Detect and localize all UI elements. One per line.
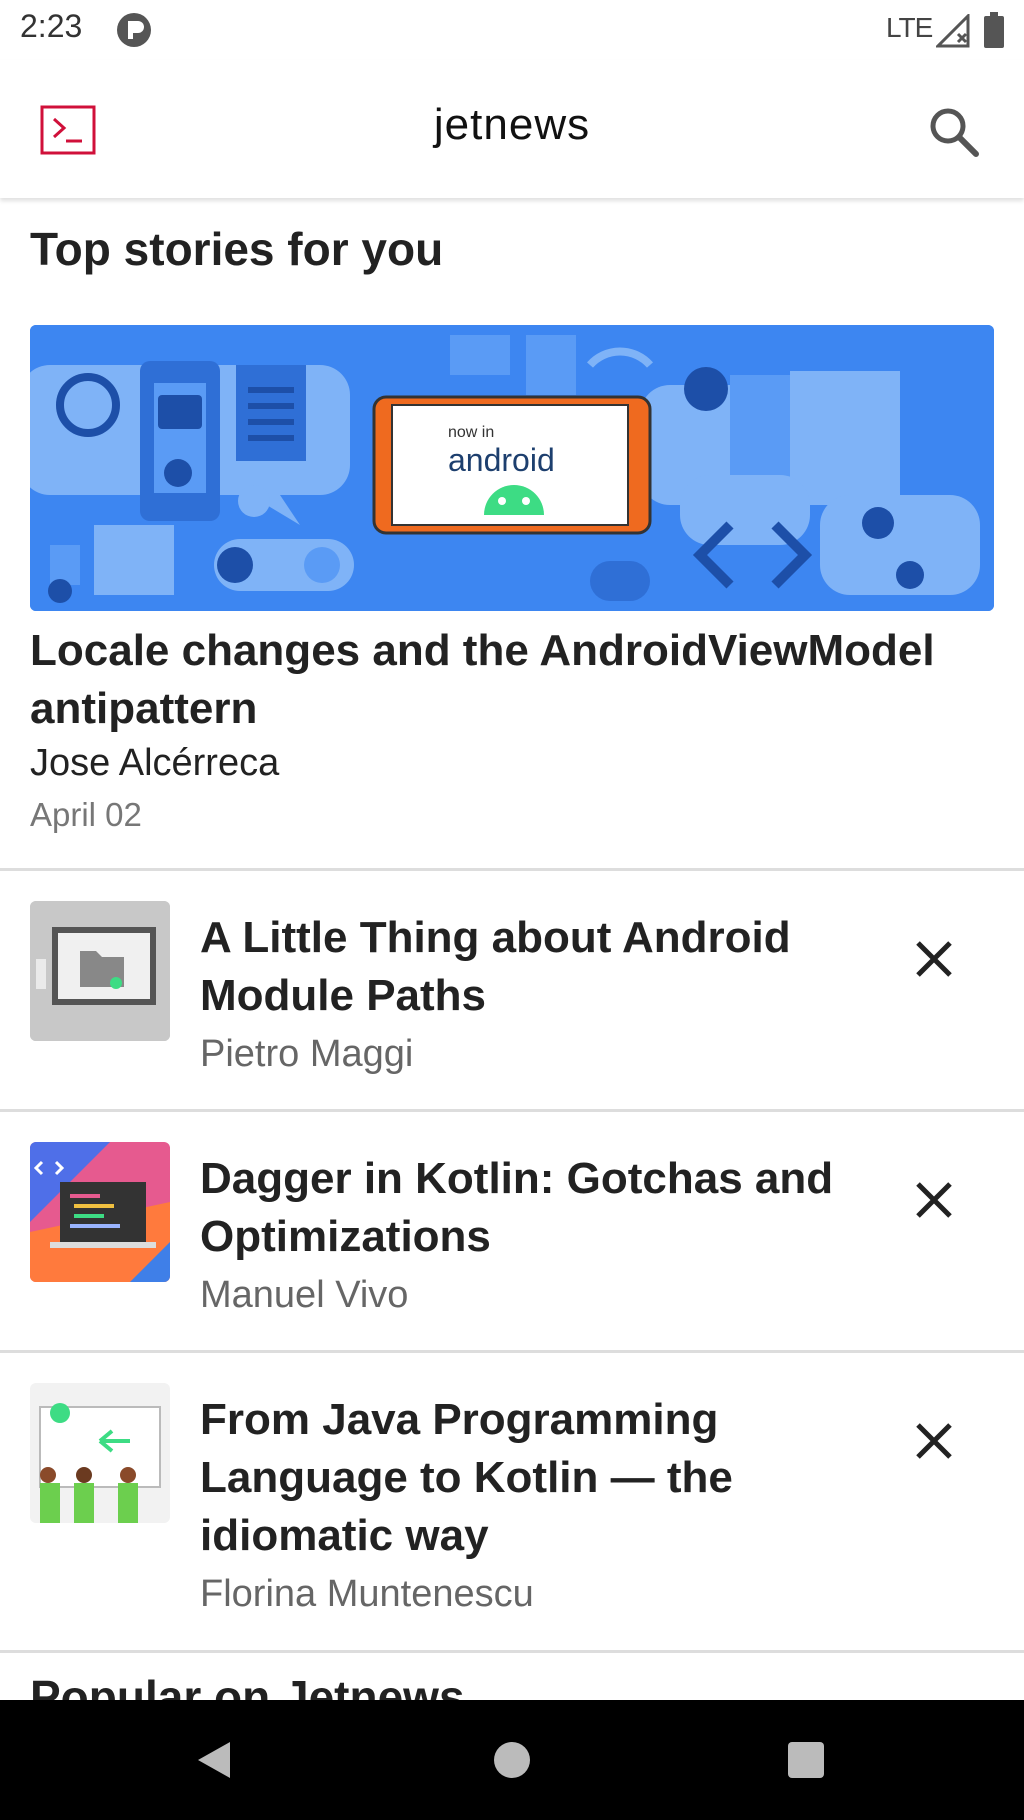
post-thumbnail <box>30 1383 170 1523</box>
divider <box>0 1650 1024 1653</box>
status-bar: 2:23 LTE <box>0 0 1024 60</box>
featured-image-text-small: now in <box>448 424 494 441</box>
app-notification-icon <box>117 13 151 47</box>
post-author: Florina Muntenescu <box>200 1573 534 1615</box>
post-thumbnail <box>30 901 170 1041</box>
featured-post-date: April 02 <box>30 796 142 833</box>
post-author: Pietro Maggi <box>200 1033 414 1075</box>
post-title: Dagger in Kotlin: Gotchas and Optimizati… <box>200 1154 834 1261</box>
section-title-top-stories: Top stories for you <box>30 223 444 275</box>
home-icon[interactable] <box>494 1742 530 1778</box>
post-author: Manuel Vivo <box>200 1274 409 1316</box>
featured-image-text-large: android <box>448 442 555 478</box>
dismiss-button[interactable] <box>906 931 962 987</box>
back-icon[interactable] <box>196 1740 232 1780</box>
list-item[interactable]: A Little Thing about Android Module Path… <box>0 871 1024 1109</box>
post-title: A Little Thing about Android Module Path… <box>200 913 791 1020</box>
post-thumbnail <box>30 1142 170 1282</box>
status-time: 2:23 <box>20 8 83 44</box>
post-title: From Java Programming Language to Kotlin… <box>200 1395 733 1560</box>
list-item[interactable]: Dagger in Kotlin: Gotchas and Optimizati… <box>0 1112 1024 1350</box>
app-bar: jetnews <box>0 60 1024 198</box>
battery-icon <box>984 12 1004 48</box>
featured-post-title[interactable]: Locale changes and the AndroidViewModel … <box>30 622 990 738</box>
search-icon[interactable] <box>926 104 982 160</box>
recents-icon[interactable] <box>788 1742 824 1778</box>
signal-icon <box>936 14 970 48</box>
status-network: LTE <box>886 12 933 43</box>
featured-illustration: now in android <box>30 325 994 611</box>
dismiss-button[interactable] <box>906 1172 962 1228</box>
list-item[interactable]: From Java Programming Language to Kotlin… <box>0 1353 1024 1650</box>
featured-post-author: Jose Alcérreca <box>30 742 280 784</box>
close-icon <box>916 1182 952 1218</box>
featured-post-image[interactable]: now in android <box>30 325 994 611</box>
close-icon <box>916 941 952 977</box>
app-title: jetnews <box>433 100 591 149</box>
system-navigation-bar <box>0 1700 1024 1820</box>
close-icon <box>916 1423 952 1459</box>
dismiss-button[interactable] <box>906 1413 962 1469</box>
